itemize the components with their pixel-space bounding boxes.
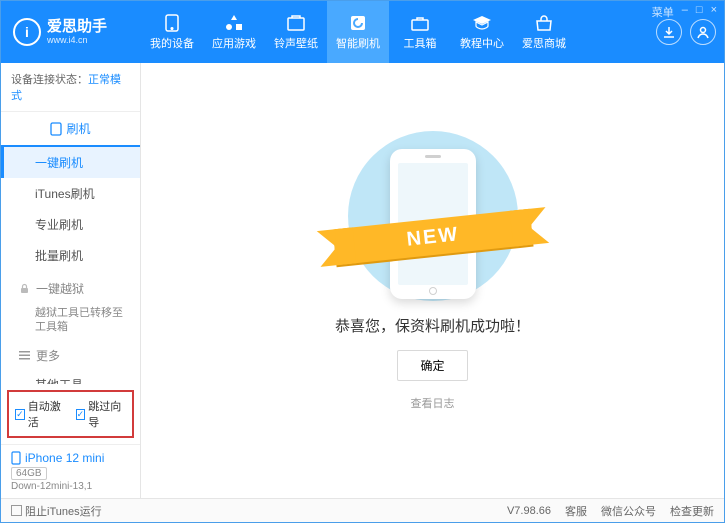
device-name-label: iPhone 12 mini	[25, 451, 104, 465]
check-icon: ✓	[15, 409, 25, 420]
sidebar-item-other-tools[interactable]: 其他工具	[1, 369, 140, 384]
checkbox-empty-icon: ✓	[11, 505, 22, 516]
checkbox-auto-activate[interactable]: ✓ 自动激活	[15, 398, 66, 430]
list-icon	[19, 351, 30, 360]
nav-tutorials[interactable]: 教程中心	[451, 1, 513, 63]
lock-icon	[19, 283, 30, 294]
sidebar-group-jailbreak: 一键越狱	[1, 271, 140, 302]
top-nav: 我的设备 应用游戏 铃声壁纸 智能刷机 工具箱 教程中心 爱思商城	[141, 1, 650, 63]
footer: ✓ 阻止iTunes运行 V7.98.66 客服 微信公众号 检查更新	[1, 498, 724, 522]
checkbox-block-itunes[interactable]: ✓ 阻止iTunes运行	[11, 503, 102, 519]
success-message: 恭喜您，保资料刷机成功啦！	[335, 315, 530, 336]
nav-store[interactable]: 爱思商城	[513, 1, 575, 63]
store-icon	[534, 14, 554, 32]
customer-service-link[interactable]: 客服	[565, 503, 587, 519]
checkbox-skip-guide[interactable]: ✓ 跳过向导	[76, 398, 127, 430]
maximize-icon[interactable]: □	[696, 4, 703, 20]
jailbreak-note: 越狱工具已转移至 工具箱	[1, 302, 140, 338]
ok-button[interactable]: 确定	[397, 350, 467, 381]
nav-toolbox[interactable]: 工具箱	[389, 1, 451, 63]
nav-apps-games[interactable]: 应用游戏	[203, 1, 265, 63]
refresh-icon	[348, 14, 368, 32]
connection-status: 设备连接状态：正常模式	[1, 63, 140, 112]
wechat-link[interactable]: 微信公众号	[601, 503, 656, 519]
phone-small-icon	[11, 451, 21, 465]
device-panel[interactable]: iPhone 12 mini 64GB Down-12mini-13,1	[1, 444, 140, 498]
minimize-icon[interactable]: –	[682, 4, 688, 20]
check-icon: ✓	[76, 409, 86, 420]
graduation-icon	[472, 14, 492, 32]
sidebar-item-batch-flash[interactable]: 批量刷机	[1, 240, 140, 271]
phone-small-icon	[50, 122, 62, 136]
app-url: www.i4.cn	[47, 35, 107, 45]
nav-my-device[interactable]: 我的设备	[141, 1, 203, 63]
sidebar: 设备连接状态：正常模式 刷机 一键刷机 iTunes刷机 专业刷机 批量刷机 一…	[1, 63, 141, 498]
close-icon[interactable]: ×	[711, 4, 717, 20]
version-label: V7.98.66	[507, 505, 551, 517]
apps-icon	[224, 14, 244, 32]
tab-flash[interactable]: 刷机	[1, 112, 140, 147]
menu-icon[interactable]: 菜单	[652, 4, 674, 20]
wallet-icon	[286, 14, 306, 32]
sidebar-item-itunes-flash[interactable]: iTunes刷机	[1, 178, 140, 209]
logo-icon: i	[13, 18, 41, 46]
nav-smart-flash[interactable]: 智能刷机	[327, 1, 389, 63]
storage-badge: 64GB	[11, 467, 47, 480]
check-update-link[interactable]: 检查更新	[670, 503, 714, 519]
user-button[interactable]	[690, 19, 716, 45]
nav-ringtones[interactable]: 铃声壁纸	[265, 1, 327, 63]
sidebar-item-oneclick-flash[interactable]: 一键刷机	[1, 147, 140, 178]
view-log-link[interactable]: 查看日志	[411, 395, 455, 411]
device-sub: Down-12mini-13,1	[11, 481, 130, 492]
header: i 爱思助手 www.i4.cn 我的设备 应用游戏 铃声壁纸 智能刷机 工具箱	[1, 1, 724, 63]
phone-icon	[162, 14, 182, 32]
logo: i 爱思助手 www.i4.cn	[13, 18, 141, 46]
download-button[interactable]	[656, 19, 682, 45]
success-illustration: NEW	[348, 131, 518, 301]
app-title: 爱思助手	[47, 19, 107, 35]
toolbox-icon	[410, 14, 430, 32]
main-content: NEW 恭喜您，保资料刷机成功啦！ 确定 查看日志	[141, 63, 724, 498]
sidebar-group-more: 更多	[1, 338, 140, 369]
sidebar-item-pro-flash[interactable]: 专业刷机	[1, 209, 140, 240]
flash-options-highlighted: ✓ 自动激活 ✓ 跳过向导	[7, 390, 134, 438]
